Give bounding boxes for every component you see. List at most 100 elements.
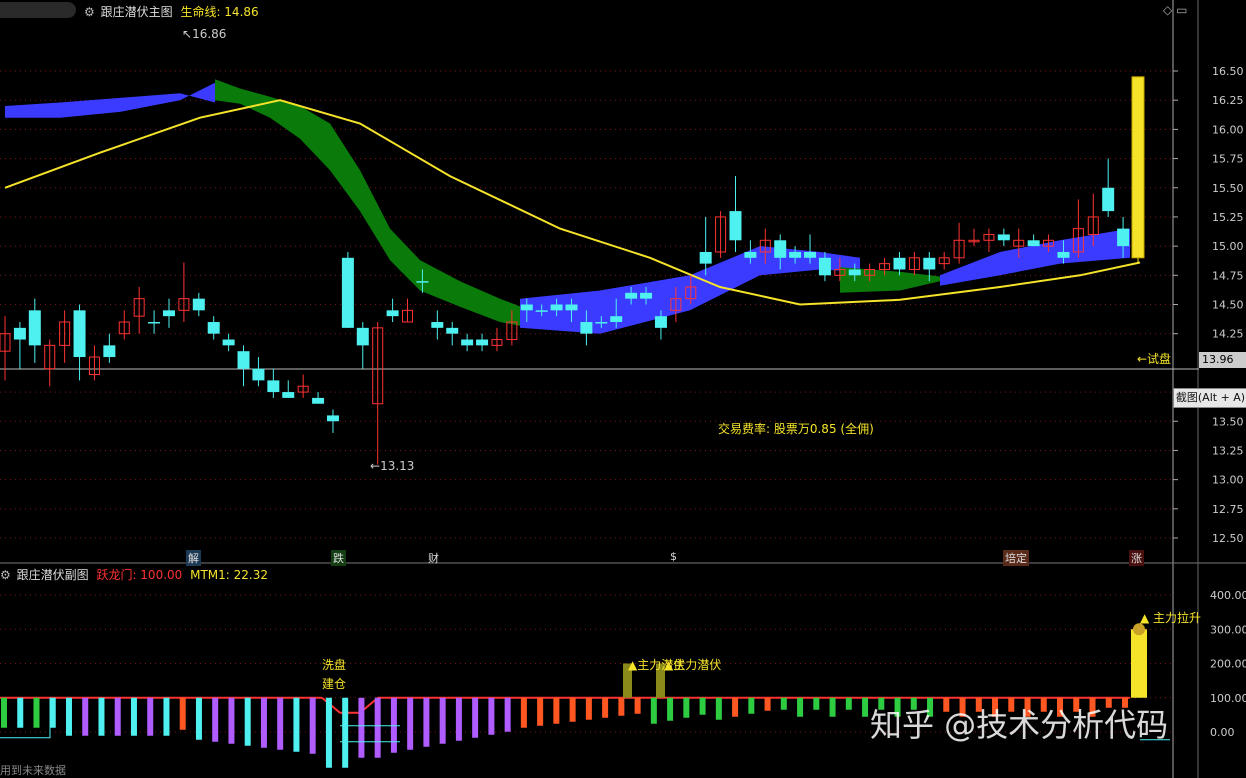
candle-body	[789, 251, 802, 258]
histogram-bar	[569, 697, 576, 722]
y-tick-label: 13.25	[1212, 444, 1244, 457]
histogram-bar	[358, 697, 365, 758]
diamond-icon[interactable]: ◇	[1163, 3, 1172, 17]
histogram-bar	[813, 697, 820, 710]
annotation-build: 建仓	[322, 677, 347, 691]
window-icon[interactable]: ▭	[1176, 3, 1187, 17]
histogram-bar	[439, 697, 446, 744]
candle-body	[997, 234, 1010, 241]
candle-body	[744, 251, 757, 258]
gear-icon[interactable]: ⚙	[0, 568, 11, 582]
histogram-bar	[98, 697, 105, 736]
candle-body	[13, 327, 26, 340]
histogram-bar	[212, 697, 219, 742]
stock-name-pill[interactable]	[0, 2, 76, 18]
candle-body	[580, 322, 593, 334]
histogram-bar	[699, 697, 706, 715]
candle-body	[356, 327, 369, 346]
candle-body	[729, 211, 742, 241]
candle-body	[446, 327, 459, 334]
candle-body	[804, 251, 817, 258]
blue-band	[940, 228, 1130, 286]
histogram-bar	[683, 697, 690, 718]
signal-label: 财	[428, 552, 439, 565]
current-price-tag: 13.96	[1199, 352, 1246, 368]
histogram-bar	[472, 697, 479, 738]
candle-body	[476, 339, 489, 346]
screenshot-tooltip[interactable]: 截图(Alt + A)	[1173, 388, 1246, 408]
candle-body	[699, 251, 712, 264]
histogram-bar	[1, 697, 7, 728]
candle-body	[550, 304, 563, 311]
histogram-bar	[634, 697, 641, 714]
histogram-bar	[504, 697, 511, 732]
annotation-lurk-2: ▲主力潜伏	[664, 658, 722, 672]
candle-body	[416, 281, 429, 283]
y-tick-label: 300.00	[1210, 623, 1246, 636]
histogram-bar	[293, 697, 300, 752]
annotation-pull-up: ▲ 主力拉升	[1140, 611, 1202, 625]
y-tick-label: 200.00	[1210, 658, 1246, 671]
histogram-bar	[17, 697, 24, 728]
histogram-bar	[585, 697, 592, 720]
y-tick-label: 400.00	[1210, 589, 1246, 602]
histogram-bar	[423, 697, 430, 747]
histogram-bar	[130, 697, 137, 736]
histogram-bar	[342, 697, 349, 768]
histogram-bar	[732, 697, 739, 717]
test-label: ←试盘	[1137, 352, 1172, 366]
histogram-bar	[277, 697, 284, 750]
candle-body	[1057, 251, 1070, 258]
histogram-bar	[309, 697, 316, 754]
candle-body	[640, 292, 653, 299]
y-tick-label: 16.00	[1212, 123, 1244, 136]
low-price-marker: ←13.13	[370, 459, 415, 473]
histogram-bar	[553, 697, 560, 724]
y-tick-label: 15.25	[1212, 211, 1244, 224]
candle-body	[565, 304, 578, 311]
histogram-bar	[602, 697, 609, 718]
high-price-value: 16.86	[192, 27, 227, 41]
y-tick-label: 12.75	[1212, 503, 1244, 516]
gear-icon[interactable]: ⚙	[84, 5, 95, 19]
histogram-bar	[260, 697, 267, 748]
y-tick-label: 14.25	[1212, 328, 1244, 341]
mtm-label: MTM1: 22.32	[190, 568, 269, 582]
high-price-marker: ↖16.86	[182, 27, 227, 41]
histogram-bar	[537, 697, 544, 726]
histogram-bar	[715, 697, 722, 720]
histogram-bar	[845, 697, 852, 710]
y-tick-label: 13.50	[1212, 415, 1244, 428]
signal-label: $	[670, 550, 677, 563]
histogram-bar	[325, 697, 332, 768]
signal-label: 跌	[331, 550, 346, 566]
histogram-bar	[797, 697, 804, 717]
signal-label: 解	[186, 550, 201, 566]
candle-body	[774, 240, 787, 258]
y-tick-label: 13.00	[1212, 474, 1244, 487]
candle-body	[282, 392, 295, 398]
lifeline-label: 生命线: 14.86	[180, 5, 259, 19]
histogram-bar	[748, 697, 755, 714]
y-tick-label: 16.25	[1212, 94, 1244, 107]
candle-body	[535, 310, 548, 312]
candle-body	[431, 322, 444, 328]
histogram-bar	[862, 697, 869, 717]
candle-body	[625, 292, 638, 299]
low-price-value: 13.13	[380, 459, 415, 473]
signal-label: 涨	[1129, 550, 1144, 566]
histogram-bar	[82, 697, 89, 736]
histogram-bar	[179, 697, 186, 730]
pull-up-bar	[1131, 629, 1147, 698]
fee-note: 交易费率: 股票万0.85 (全佣)	[718, 422, 874, 436]
histogram-bar	[49, 697, 56, 728]
histogram-bar	[829, 697, 836, 717]
candle-body	[818, 257, 831, 276]
histogram-bar	[488, 697, 495, 735]
chart-canvas[interactable]: 16.50 16.25 16.00 15.75 15.50 15.25 15.00 14.75…	[0, 0, 1246, 778]
window-controls[interactable]: ◇ ▭	[1163, 3, 1187, 17]
histogram-bar	[650, 697, 657, 724]
histogram-bar	[374, 697, 381, 758]
y-tick-label: 12.50	[1212, 532, 1244, 545]
y-tick-label: 15.00	[1212, 240, 1244, 253]
